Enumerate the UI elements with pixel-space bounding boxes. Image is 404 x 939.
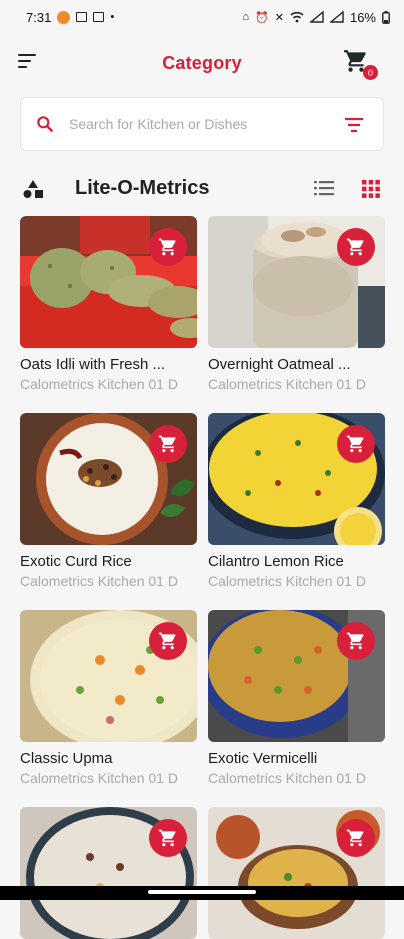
signal-icon <box>310 11 324 23</box>
filter-icon[interactable] <box>343 115 365 135</box>
dish-name: Exotic Curd Rice <box>20 553 197 570</box>
grid-view-icon[interactable] <box>362 180 380 198</box>
dish-card[interactable]: Overnight Oatmeal ... Calometrics Kitche… <box>208 216 385 392</box>
status-time: 7:31 <box>26 10 51 25</box>
dish-image <box>20 413 197 545</box>
cart-icon <box>158 631 178 651</box>
cart-icon <box>346 828 366 848</box>
status-bar: 7:31 • ⌂ ⏰ ✕ 16% <box>0 0 404 34</box>
cart-icon <box>158 828 178 848</box>
kitchen-name: Calometrics Kitchen 01 D <box>20 376 197 392</box>
dish-name: Cilantro Lemon Rice <box>208 553 385 570</box>
search-bar <box>20 97 384 151</box>
kitchen-name: Calometrics Kitchen 01 D <box>20 573 197 589</box>
kitchen-name: Calometrics Kitchen 01 D <box>20 770 197 786</box>
search-input[interactable] <box>69 116 324 132</box>
search-icon <box>35 114 55 134</box>
dish-card[interactable]: Classic Upma Calometrics Kitchen 01 D <box>20 610 197 786</box>
dish-card[interactable]: Oats Idli with Fresh ... Calometrics Kit… <box>20 216 197 392</box>
gallery-notification-icon <box>76 12 87 22</box>
notification-app-icon <box>57 11 70 24</box>
add-to-cart-button[interactable] <box>149 228 187 266</box>
cart-icon <box>158 237 178 257</box>
dish-image <box>208 216 385 348</box>
system-nav-bar <box>0 886 404 900</box>
app-bar: Category 0 <box>0 34 404 92</box>
mute-icon: ✕ <box>275 11 284 24</box>
wifi-icon <box>290 11 304 23</box>
add-to-cart-button[interactable] <box>337 819 375 857</box>
category-title: Lite-O-Metrics <box>75 177 209 200</box>
home-gesture-handle[interactable] <box>148 890 256 894</box>
cart-icon <box>158 434 178 454</box>
dish-image <box>208 610 385 742</box>
cart-count-badge: 0 <box>363 65 378 80</box>
dish-card[interactable]: Cilantro Lemon Rice Calometrics Kitchen … <box>208 413 385 589</box>
cart-icon <box>346 631 366 651</box>
cart-icon <box>346 434 366 454</box>
dish-image <box>20 807 197 939</box>
message-notification-icon <box>93 12 104 22</box>
dish-image <box>208 413 385 545</box>
dish-card[interactable]: Exotic Curd Rice Calometrics Kitchen 01 … <box>20 413 197 589</box>
dish-image <box>20 610 197 742</box>
lock-icon: ⌂ <box>242 11 249 23</box>
add-to-cart-button[interactable] <box>337 622 375 660</box>
kitchen-name: Calometrics Kitchen 01 D <box>208 770 385 786</box>
shapes-icon <box>22 179 44 199</box>
battery-icon <box>382 11 390 24</box>
dish-name: Exotic Vermicelli <box>208 750 385 767</box>
dish-name: Overnight Oatmeal ... <box>208 356 385 373</box>
dish-name: Classic Upma <box>20 750 197 767</box>
menu-icon[interactable] <box>18 54 40 70</box>
dish-card[interactable]: Exotic Vermicelli Calometrics Kitchen 01… <box>208 610 385 786</box>
add-to-cart-button[interactable] <box>337 425 375 463</box>
add-to-cart-button[interactable] <box>337 228 375 266</box>
add-to-cart-button[interactable] <box>149 425 187 463</box>
category-header: Lite-O-Metrics <box>0 168 404 210</box>
signal-icon <box>330 11 344 23</box>
battery-percent: 16% <box>350 10 376 25</box>
add-to-cart-button[interactable] <box>149 622 187 660</box>
more-notifications-dot-icon: • <box>110 11 114 23</box>
page-title: Category <box>162 53 242 74</box>
cart-icon <box>346 237 366 257</box>
dish-image <box>208 807 385 939</box>
dish-card[interactable] <box>20 807 197 939</box>
alarm-icon: ⏰ <box>255 11 269 24</box>
kitchen-name: Calometrics Kitchen 01 D <box>208 376 385 392</box>
dish-image <box>20 216 197 348</box>
kitchen-name: Calometrics Kitchen 01 D <box>208 573 385 589</box>
add-to-cart-button[interactable] <box>149 819 187 857</box>
dish-card[interactable] <box>208 807 385 939</box>
list-view-icon[interactable] <box>314 180 334 196</box>
dish-name: Oats Idli with Fresh ... <box>20 356 197 373</box>
cart-button[interactable]: 0 <box>342 48 374 80</box>
